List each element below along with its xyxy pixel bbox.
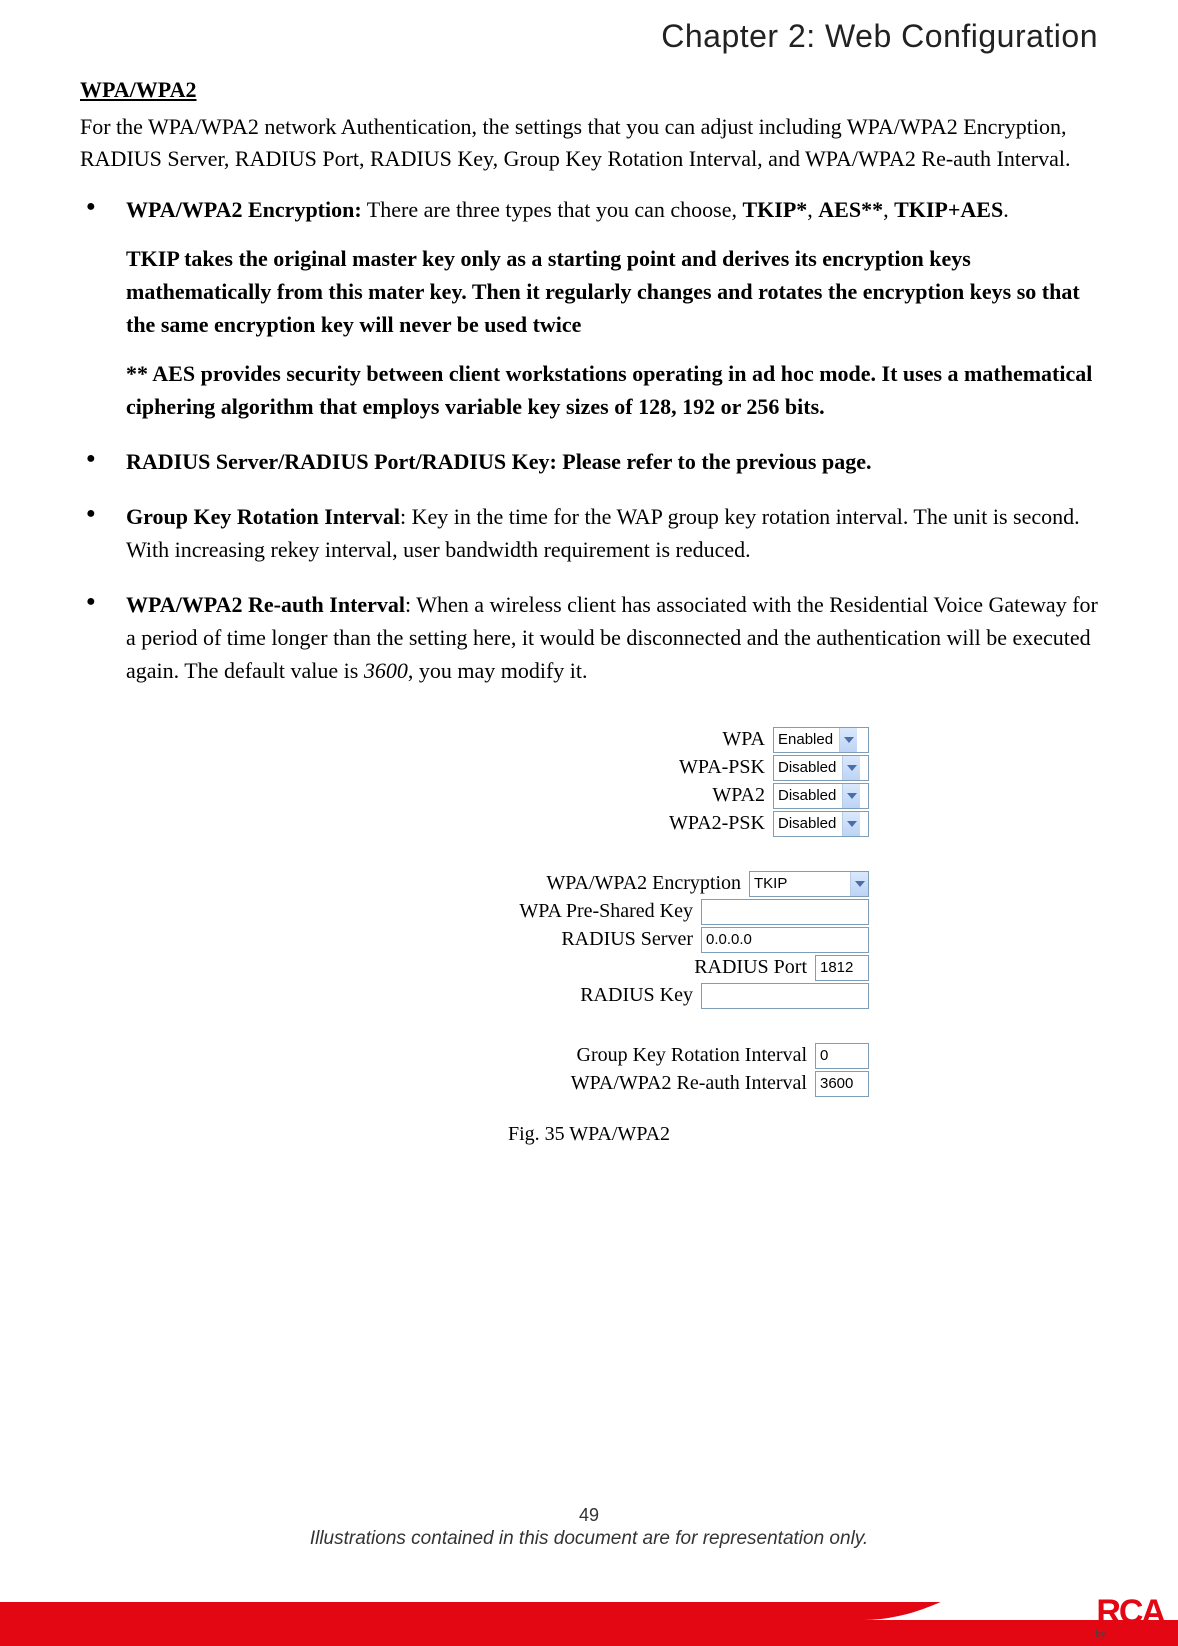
opt-aes: AES** <box>818 197 883 222</box>
bullet-reauth-head: WPA/WPA2 Re-auth Interval <box>126 592 405 617</box>
label-wpa2-psk: WPA2-PSK <box>669 812 767 835</box>
bullet-encryption: WPA/WPA2 Encryption: There are three typ… <box>80 193 1098 423</box>
chapter-title: Chapter 2: Web Configuration <box>80 0 1098 55</box>
logo-byline: by THOMSON <box>1095 1628 1164 1640</box>
label-group-key-interval: Group Key Rotation Interval <box>577 1044 810 1067</box>
input-radius-port[interactable] <box>815 955 869 981</box>
aes-description: ** AES provides security between client … <box>126 357 1098 423</box>
chevron-down-icon <box>842 784 860 808</box>
chevron-down-icon <box>842 812 860 836</box>
label-encryption: WPA/WPA2 Encryption <box>546 872 743 895</box>
label-wpa-psk: WPA-PSK <box>679 756 767 779</box>
label-wpa: WPA <box>722 728 767 751</box>
input-radius-key[interactable] <box>701 983 869 1009</box>
input-radius-server[interactable] <box>701 927 869 953</box>
label-radius-server: RADIUS Server <box>561 928 695 951</box>
select-wpa-psk-value: Disabled <box>778 759 842 776</box>
footer-bar: RCA by THOMSON <box>0 1576 1178 1646</box>
bullet-group-key: Group Key Rotation Interval: Key in the … <box>80 500 1098 566</box>
select-wpa-psk[interactable]: Disabled <box>773 755 869 781</box>
label-reauth-interval: WPA/WPA2 Re-auth Interval <box>571 1072 809 1095</box>
select-wpa2-value: Disabled <box>778 787 842 804</box>
select-wpa[interactable]: Enabled <box>773 727 869 753</box>
label-radius-port: RADIUS Port <box>694 956 809 979</box>
opt-tkip: TKIP* <box>742 197 807 222</box>
footer-curve-icon <box>0 1576 1178 1646</box>
logo-text: RCA <box>1096 1597 1164 1628</box>
label-wpa2: WPA2 <box>712 784 767 807</box>
settings-figure: WPA Enabled WPA-PSK Disabled WPA2 Disabl… <box>309 727 869 1097</box>
reauth-default: 3600 <box>364 658 408 683</box>
bullet-encryption-head: WPA/WPA2 Encryption: <box>126 197 362 222</box>
label-radius-key: RADIUS Key <box>580 984 695 1007</box>
chevron-down-icon <box>850 872 868 896</box>
text: There are three types that you can choos… <box>362 197 743 222</box>
input-group-key-interval[interactable] <box>815 1043 869 1069</box>
chevron-down-icon <box>839 728 857 752</box>
opt-tkip-aes: TKIP+AES <box>894 197 1003 222</box>
footer-note: Illustrations contained in this document… <box>0 1528 1178 1550</box>
brand-logo: RCA by THOMSON <box>1014 1576 1164 1640</box>
page-footer: 49 Illustrations contained in this docum… <box>0 1505 1178 1550</box>
figure-caption: Fig. 35 WPA/WPA2 <box>80 1123 1098 1146</box>
section-title: WPA/WPA2 <box>80 77 1098 103</box>
select-wpa2-psk[interactable]: Disabled <box>773 811 869 837</box>
text: . <box>1003 197 1009 222</box>
bullet-reauth: WPA/WPA2 Re-auth Interval: When a wirele… <box>80 588 1098 687</box>
text: , <box>883 197 894 222</box>
input-psk[interactable] <box>701 899 869 925</box>
bullet-list: WPA/WPA2 Encryption: There are three typ… <box>80 193 1098 687</box>
bullet-group-key-head: Group Key Rotation Interval <box>126 504 400 529</box>
bullet-radius: RADIUS Server/RADIUS Port/RADIUS Key: Pl… <box>80 445 1098 478</box>
input-reauth-interval[interactable] <box>815 1071 869 1097</box>
select-encryption-value: TKIP <box>754 875 850 892</box>
text: by <box>1095 1628 1109 1640</box>
logo-company: THOMSON <box>1109 1628 1164 1640</box>
tkip-description: TKIP takes the original master key only … <box>126 242 1098 341</box>
page-number: 49 <box>0 1505 1178 1526</box>
text: , <box>807 197 818 222</box>
select-wpa2-psk-value: Disabled <box>778 815 842 832</box>
chevron-down-icon <box>842 756 860 780</box>
text: , you may modify it. <box>408 658 588 683</box>
select-encryption[interactable]: TKIP <box>749 871 869 897</box>
bullet-radius-text: RADIUS Server/RADIUS Port/RADIUS Key: Pl… <box>126 449 871 474</box>
select-wpa2[interactable]: Disabled <box>773 783 869 809</box>
select-wpa-value: Enabled <box>778 731 839 748</box>
label-psk: WPA Pre-Shared Key <box>519 900 695 923</box>
intro-paragraph: For the WPA/WPA2 network Authentication,… <box>80 111 1098 175</box>
